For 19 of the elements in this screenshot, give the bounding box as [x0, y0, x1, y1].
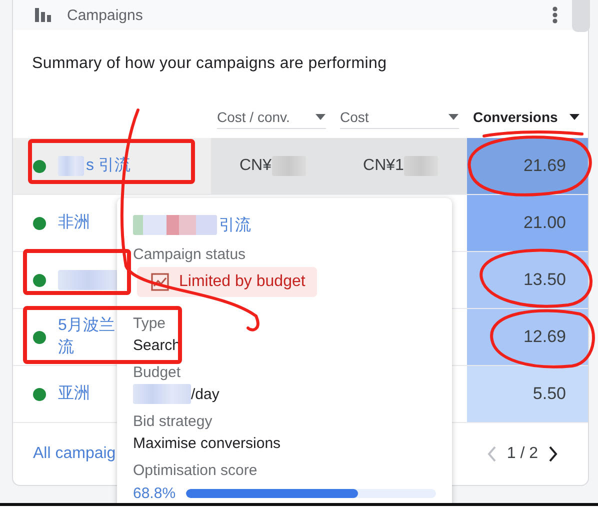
page-indicator: 1 / 2 [506, 445, 538, 463]
table-cell: CN¥1 [363, 157, 404, 175]
field-label: Budget [133, 363, 181, 383]
conversions-cell: 5.50 [467, 366, 588, 422]
conversions-cell: 21.00 [467, 195, 588, 251]
table-cell: CN¥ [239, 157, 272, 175]
conversions-cell: 13.50 [467, 252, 588, 308]
field-label: Optimisation score [133, 461, 258, 481]
field-label: Type [133, 314, 166, 334]
field-label: Bid strategy [133, 412, 212, 432]
field-value: /day [191, 386, 220, 402]
field-label: Campaign status [133, 245, 246, 265]
field-value: Maximise conversions [133, 434, 281, 452]
status-chip: Limited by budget [137, 267, 318, 297]
score-value: 68.8% [133, 484, 176, 502]
conversions-cell: 12.69 [467, 309, 588, 365]
summary-text: Summary of how your campaigns are performing [31, 54, 388, 74]
card-title: Campaigns [67, 6, 144, 24]
conversions-cell: 21.69 [467, 138, 588, 194]
